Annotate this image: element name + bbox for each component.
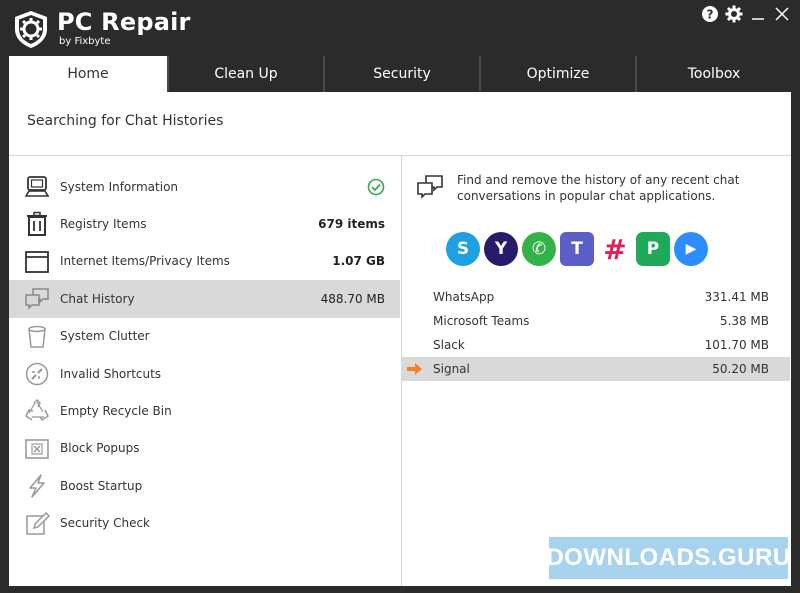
chat-bubbles-icon bbox=[25, 288, 49, 310]
content-frame: Home Clean Up Security Optimize Toolbox … bbox=[9, 56, 791, 586]
arrow-right-icon bbox=[407, 363, 422, 375]
teams-icon: T bbox=[560, 232, 594, 266]
close-icon bbox=[775, 7, 789, 21]
scan-items-list: System Information Registry Items 679 it… bbox=[9, 168, 400, 542]
result-row-slack[interactable]: Slack 101.70 MB bbox=[402, 333, 790, 357]
broken-link-icon bbox=[25, 362, 49, 386]
scan-item-label: Security Check bbox=[60, 516, 151, 531]
svg-text:?: ? bbox=[707, 8, 714, 22]
scan-item-label: Registry Items bbox=[60, 217, 147, 232]
scan-item-value: 488.70 MB bbox=[320, 291, 385, 306]
detail-description: Find and remove the history of any recen… bbox=[457, 173, 740, 203]
app-window: PC Repair by Fixbyte ? Home Clean Up Sec… bbox=[0, 0, 800, 593]
yahoo-icon: Y bbox=[484, 232, 518, 266]
scan-item-system-clutter[interactable]: System Clutter bbox=[9, 318, 400, 355]
minimize-button[interactable] bbox=[748, 4, 768, 24]
downloads-guru-watermark: DOWNLOADS.GURU bbox=[546, 537, 790, 579]
result-name: WhatsApp bbox=[433, 290, 495, 304]
scan-item-security-check[interactable]: Security Check bbox=[9, 505, 400, 542]
tab-home[interactable]: Home bbox=[9, 56, 167, 92]
close-button[interactable] bbox=[772, 4, 792, 24]
scan-item-value: 679 items bbox=[318, 217, 385, 232]
scan-item-empty-recycle-bin[interactable]: Empty Recycle Bin bbox=[9, 392, 400, 429]
result-size: 5.38 MB bbox=[719, 314, 769, 328]
tab-bar: Home Clean Up Security Optimize Toolbox bbox=[9, 56, 791, 92]
result-name: Signal bbox=[433, 362, 470, 376]
tab-security[interactable]: Security bbox=[323, 56, 479, 92]
tab-toolbox[interactable]: Toolbox bbox=[635, 56, 791, 92]
result-row-signal[interactable]: Signal 50.20 MB bbox=[402, 357, 790, 381]
slack-icon: # bbox=[598, 232, 632, 266]
window-controls: ? bbox=[700, 4, 792, 24]
browser-window-icon bbox=[25, 250, 49, 273]
check-circle-icon bbox=[367, 178, 385, 196]
tab-clean-up[interactable]: Clean Up bbox=[167, 56, 323, 92]
scan-item-chat-history[interactable]: Chat History 488.70 MB bbox=[9, 280, 400, 318]
bin-icon bbox=[28, 325, 46, 348]
result-name: Microsoft Teams bbox=[433, 314, 530, 328]
chat-app-icons: S Y ✆ T # P ▶ bbox=[446, 232, 708, 266]
pinngle-icon: P bbox=[636, 232, 670, 266]
edit-check-icon bbox=[26, 511, 50, 535]
recycle-icon bbox=[25, 399, 49, 422]
title-bar: PC Repair by Fixbyte ? bbox=[0, 0, 800, 56]
scan-item-block-popups[interactable]: Block Popups bbox=[9, 430, 400, 467]
zoom-icon: ▶ bbox=[674, 232, 708, 266]
help-icon: ? bbox=[702, 6, 718, 22]
minimize-icon bbox=[752, 18, 764, 20]
block-popup-icon bbox=[25, 438, 49, 459]
scan-item-registry-items[interactable]: Registry Items 679 items bbox=[9, 205, 400, 242]
help-button[interactable]: ? bbox=[700, 4, 720, 24]
scan-item-internet-privacy[interactable]: Internet Items/Privacy Items 1.07 GB bbox=[9, 243, 400, 280]
trash-icon bbox=[27, 212, 47, 237]
result-row-whatsapp[interactable]: WhatsApp 331.41 MB bbox=[402, 285, 790, 309]
result-size: 331.41 MB bbox=[704, 290, 769, 304]
scan-item-label: System Information bbox=[60, 179, 179, 194]
result-size: 50.20 MB bbox=[712, 362, 769, 376]
scan-status-text: Searching for Chat Histories bbox=[27, 113, 224, 129]
result-row-teams[interactable]: Microsoft Teams 5.38 MB bbox=[402, 309, 790, 333]
scan-item-label: Block Popups bbox=[60, 441, 140, 456]
app-subtitle: by Fixbyte bbox=[59, 36, 111, 47]
lightning-icon bbox=[29, 474, 45, 498]
scan-item-boost-startup[interactable]: Boost Startup bbox=[9, 467, 400, 504]
detail-panel: Find and remove the history of any recen… bbox=[402, 156, 791, 586]
settings-button[interactable] bbox=[724, 4, 744, 24]
shield-gear-logo-icon bbox=[15, 11, 47, 48]
scan-item-label: Internet Items/Privacy Items bbox=[60, 254, 230, 269]
chat-bubbles-icon bbox=[417, 175, 443, 199]
scan-item-label: Empty Recycle Bin bbox=[60, 404, 172, 419]
scan-item-system-information[interactable]: System Information bbox=[9, 168, 400, 205]
tab-optimize[interactable]: Optimize bbox=[479, 56, 635, 92]
scan-item-label: Invalid Shortcuts bbox=[60, 366, 162, 381]
result-name: Slack bbox=[433, 338, 465, 352]
whatsapp-icon: ✆ bbox=[522, 232, 556, 266]
scan-item-label: Boost Startup bbox=[60, 478, 143, 493]
computer-icon bbox=[24, 176, 50, 197]
skype-icon: S bbox=[446, 232, 480, 266]
chat-results-list: WhatsApp 331.41 MB Microsoft Teams 5.38 … bbox=[402, 285, 790, 381]
scan-item-invalid-shortcuts[interactable]: Invalid Shortcuts bbox=[9, 355, 400, 392]
app-title: PC Repair bbox=[57, 8, 191, 36]
result-size: 101.70 MB bbox=[704, 338, 769, 352]
gear-icon bbox=[725, 5, 743, 23]
scan-item-label: System Clutter bbox=[60, 329, 150, 344]
scan-item-label: Chat History bbox=[60, 291, 135, 306]
scan-item-value: 1.07 GB bbox=[332, 254, 385, 269]
